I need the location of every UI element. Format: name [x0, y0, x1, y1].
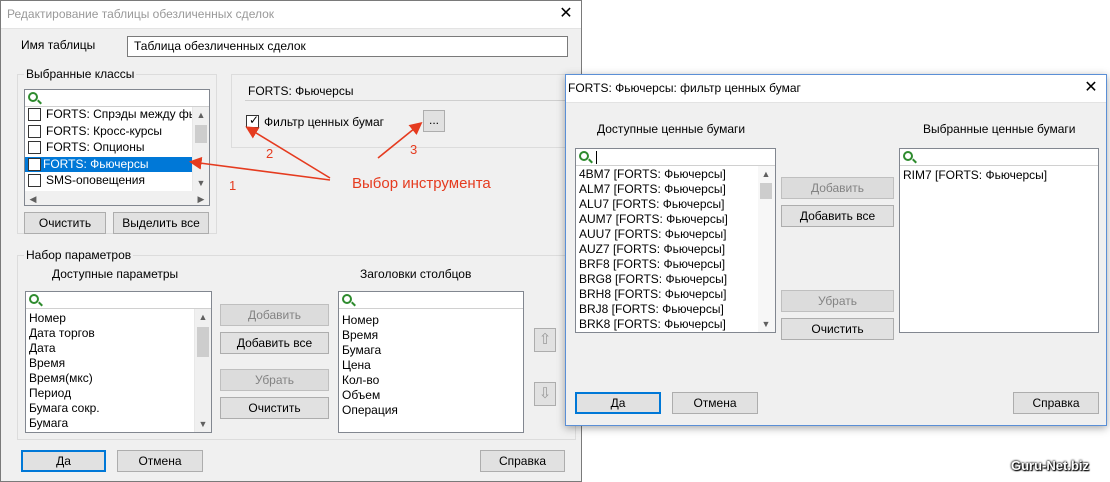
annotation-number-2: 2 — [266, 146, 274, 161]
annotation-label: Выбор инструмента — [352, 175, 491, 192]
annotation-number-1: 1 — [229, 178, 237, 193]
annotation-number-3: 3 — [410, 142, 418, 157]
annotation-arrows — [188, 121, 423, 181]
watermark: Guru-Net.biz — [1011, 458, 1089, 473]
